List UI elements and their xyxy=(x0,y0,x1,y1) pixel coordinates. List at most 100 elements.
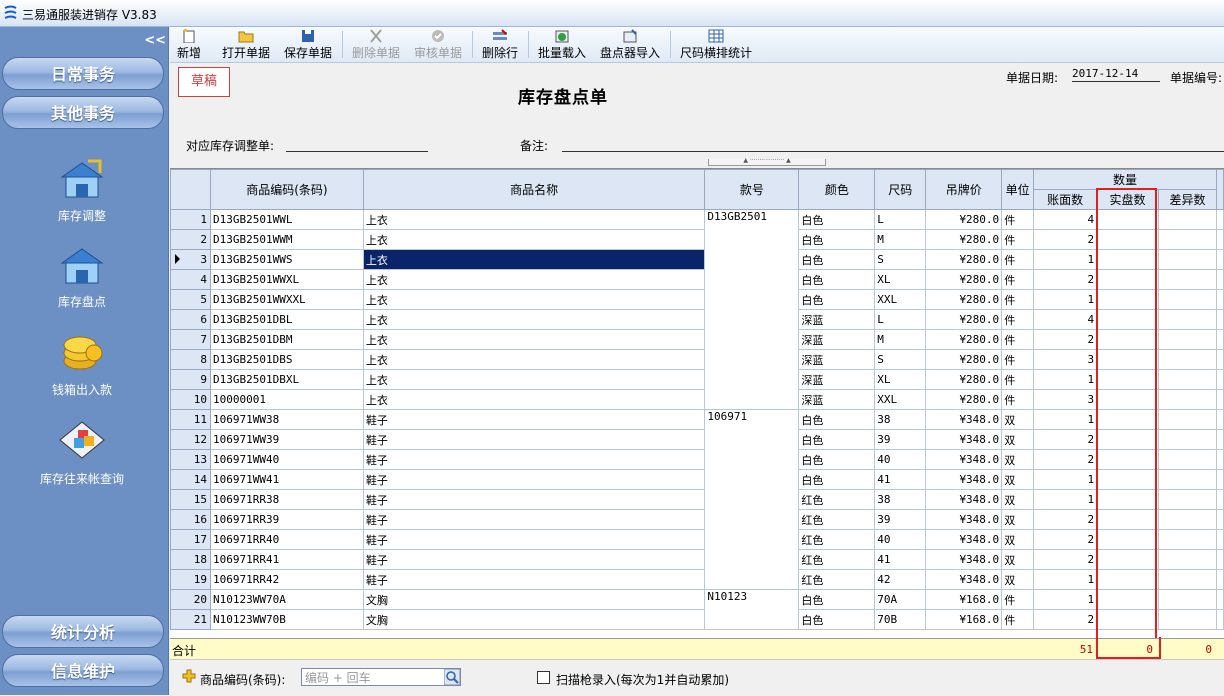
tile-stock-ledger-query[interactable]: 库存往来帐查询 xyxy=(0,420,164,487)
cell-color[interactable]: 红色 xyxy=(798,549,876,570)
cell-diff-qty[interactable] xyxy=(1158,609,1217,630)
cell-size[interactable]: 40 xyxy=(874,449,927,470)
table-row[interactable]: 19 106971RR42 鞋子 红色 42 ¥348.0 双 1 xyxy=(170,569,1224,590)
cell-unit[interactable]: 双 xyxy=(1001,489,1035,510)
cell-color[interactable]: 白色 xyxy=(798,429,876,450)
cell-book-qty[interactable]: 2 xyxy=(1033,429,1098,450)
cell-filler[interactable] xyxy=(1215,349,1224,370)
cell-filler[interactable] xyxy=(1215,469,1224,490)
table-row[interactable]: 20 N10123WW70A 文胸 N10123 白色 70A ¥168.0 件 1 xyxy=(170,589,1224,630)
row-number[interactable]: 15 xyxy=(170,489,211,510)
cell-code[interactable]: N10123WW70A xyxy=(209,589,364,610)
open-document-button[interactable]: 打开单据 xyxy=(220,27,272,62)
cell-code[interactable]: D13GB2501WWS xyxy=(209,249,364,270)
row-number[interactable]: 7 xyxy=(170,329,211,350)
nav-daily-affairs-button[interactable]: 日常事务 xyxy=(2,57,164,90)
cell-code[interactable]: D13GB2501WWL xyxy=(209,209,364,230)
table-row[interactable]: 16 106971RR39 鞋子 红色 39 ¥348.0 双 2 xyxy=(170,509,1224,530)
nav-other-affairs-button[interactable]: 其他事务 xyxy=(2,96,164,129)
cell-filler[interactable] xyxy=(1215,229,1224,250)
cell-actual-qty[interactable] xyxy=(1096,469,1159,490)
cell-price[interactable]: ¥280.0 xyxy=(925,209,1003,230)
header-actual-qty[interactable]: 实盘数 xyxy=(1096,189,1159,210)
cell-style[interactable]: D13GB2501 xyxy=(704,209,800,410)
header-color[interactable]: 颜色 xyxy=(798,169,876,210)
cell-unit[interactable]: 双 xyxy=(1001,449,1035,470)
cell-color[interactable]: 白色 xyxy=(798,589,876,610)
cell-filler[interactable] xyxy=(1215,589,1224,610)
table-row[interactable]: 11 106971WW38 鞋子 106971 白色 38 ¥348.0 双 1 xyxy=(170,409,1224,590)
cell-book-qty[interactable]: 1 xyxy=(1033,489,1098,510)
cell-price[interactable]: ¥280.0 xyxy=(925,369,1003,390)
cell-book-qty[interactable]: 2 xyxy=(1033,549,1098,570)
cell-price[interactable]: ¥348.0 xyxy=(925,449,1003,470)
cell-filler[interactable] xyxy=(1215,389,1224,410)
table-row[interactable]: 8 D13GB2501DBS 上衣 深蓝 S ¥280.0 件 3 xyxy=(170,349,1224,370)
cell-size[interactable]: 41 xyxy=(874,469,927,490)
cell-price[interactable]: ¥280.0 xyxy=(925,309,1003,330)
cell-code[interactable]: D13GB2501DBS xyxy=(209,349,364,370)
cell-actual-qty[interactable] xyxy=(1096,569,1159,590)
cell-book-qty[interactable]: 1 xyxy=(1033,469,1098,490)
cell-book-qty[interactable]: 2 xyxy=(1033,229,1098,250)
cell-book-qty[interactable]: 1 xyxy=(1033,369,1098,390)
size-stats-button[interactable]: 尺码横排统计 xyxy=(678,27,754,62)
cell-color[interactable]: 白色 xyxy=(798,289,876,310)
cell-unit[interactable]: 件 xyxy=(1001,229,1035,250)
cell-price[interactable]: ¥168.0 xyxy=(925,609,1003,630)
cell-name[interactable]: 鞋子 xyxy=(362,429,706,450)
cell-diff-qty[interactable] xyxy=(1158,569,1217,590)
cell-actual-qty[interactable] xyxy=(1096,209,1159,230)
cell-style[interactable]: 106971 xyxy=(704,409,800,590)
cell-diff-qty[interactable] xyxy=(1158,489,1217,510)
cell-actual-qty[interactable] xyxy=(1096,249,1159,270)
row-number[interactable]: 10 xyxy=(170,389,211,410)
cell-name[interactable]: 上衣 xyxy=(362,389,706,410)
header-size[interactable]: 尺码 xyxy=(874,169,927,210)
cell-name[interactable]: 上衣 xyxy=(362,329,706,350)
cell-name[interactable]: 上衣 xyxy=(362,269,706,290)
cell-filler[interactable] xyxy=(1215,449,1224,470)
table-row[interactable]: 7 D13GB2501DBM 上衣 深蓝 M ¥280.0 件 2 xyxy=(170,329,1224,350)
row-number[interactable]: 12 xyxy=(170,429,211,450)
cell-filler[interactable] xyxy=(1215,329,1224,350)
cell-unit[interactable]: 件 xyxy=(1001,289,1035,310)
cell-size[interactable]: 38 xyxy=(874,489,927,510)
cell-name[interactable]: 鞋子 xyxy=(362,489,706,510)
cell-code[interactable]: 106971RR42 xyxy=(209,569,364,590)
header-price[interactable]: 吊牌价 xyxy=(925,169,1003,210)
cell-actual-qty[interactable] xyxy=(1096,289,1159,310)
cell-price[interactable]: ¥280.0 xyxy=(925,269,1003,290)
cell-actual-qty[interactable] xyxy=(1096,269,1159,290)
cell-diff-qty[interactable] xyxy=(1158,369,1217,390)
cell-book-qty[interactable]: 4 xyxy=(1033,309,1098,330)
cell-actual-qty[interactable] xyxy=(1096,409,1159,430)
cell-filler[interactable] xyxy=(1215,489,1224,510)
cell-size[interactable]: 40 xyxy=(874,529,927,550)
nav-info-maintenance-button[interactable]: 信息维护 xyxy=(2,654,164,687)
date-field[interactable]: 2017-12-14 xyxy=(1072,67,1160,82)
cell-unit[interactable]: 双 xyxy=(1001,569,1035,590)
save-document-button[interactable]: 保存单据 xyxy=(282,27,334,62)
cell-code[interactable]: D13GB2501WWXL xyxy=(209,269,364,290)
cell-actual-qty[interactable] xyxy=(1096,429,1159,450)
cell-code[interactable]: 106971RR41 xyxy=(209,549,364,570)
tile-stock-count[interactable]: 库存盘点 xyxy=(0,243,164,310)
cell-size[interactable]: L xyxy=(874,209,927,230)
cell-filler[interactable] xyxy=(1215,249,1224,270)
header-style[interactable]: 款号 xyxy=(704,169,800,210)
row-number[interactable]: 2 xyxy=(170,229,211,250)
delete-row-button[interactable]: 删除行 xyxy=(480,27,520,62)
cell-filler[interactable] xyxy=(1215,569,1224,590)
row-number[interactable]: 19 xyxy=(170,569,211,590)
cell-color[interactable]: 深蓝 xyxy=(798,309,876,330)
cell-unit[interactable]: 双 xyxy=(1001,469,1035,490)
cell-name[interactable]: 鞋子 xyxy=(362,469,706,490)
cell-size[interactable]: 41 xyxy=(874,549,927,570)
cell-book-qty[interactable]: 4 xyxy=(1033,209,1098,230)
cell-actual-qty[interactable] xyxy=(1096,309,1159,330)
cell-code[interactable]: 106971RR39 xyxy=(209,509,364,530)
cell-code[interactable]: D13GB2501WWM xyxy=(209,229,364,250)
cell-code[interactable]: 106971WW40 xyxy=(209,449,364,470)
table-row[interactable]: 15 106971RR38 鞋子 红色 38 ¥348.0 双 1 xyxy=(170,489,1224,510)
